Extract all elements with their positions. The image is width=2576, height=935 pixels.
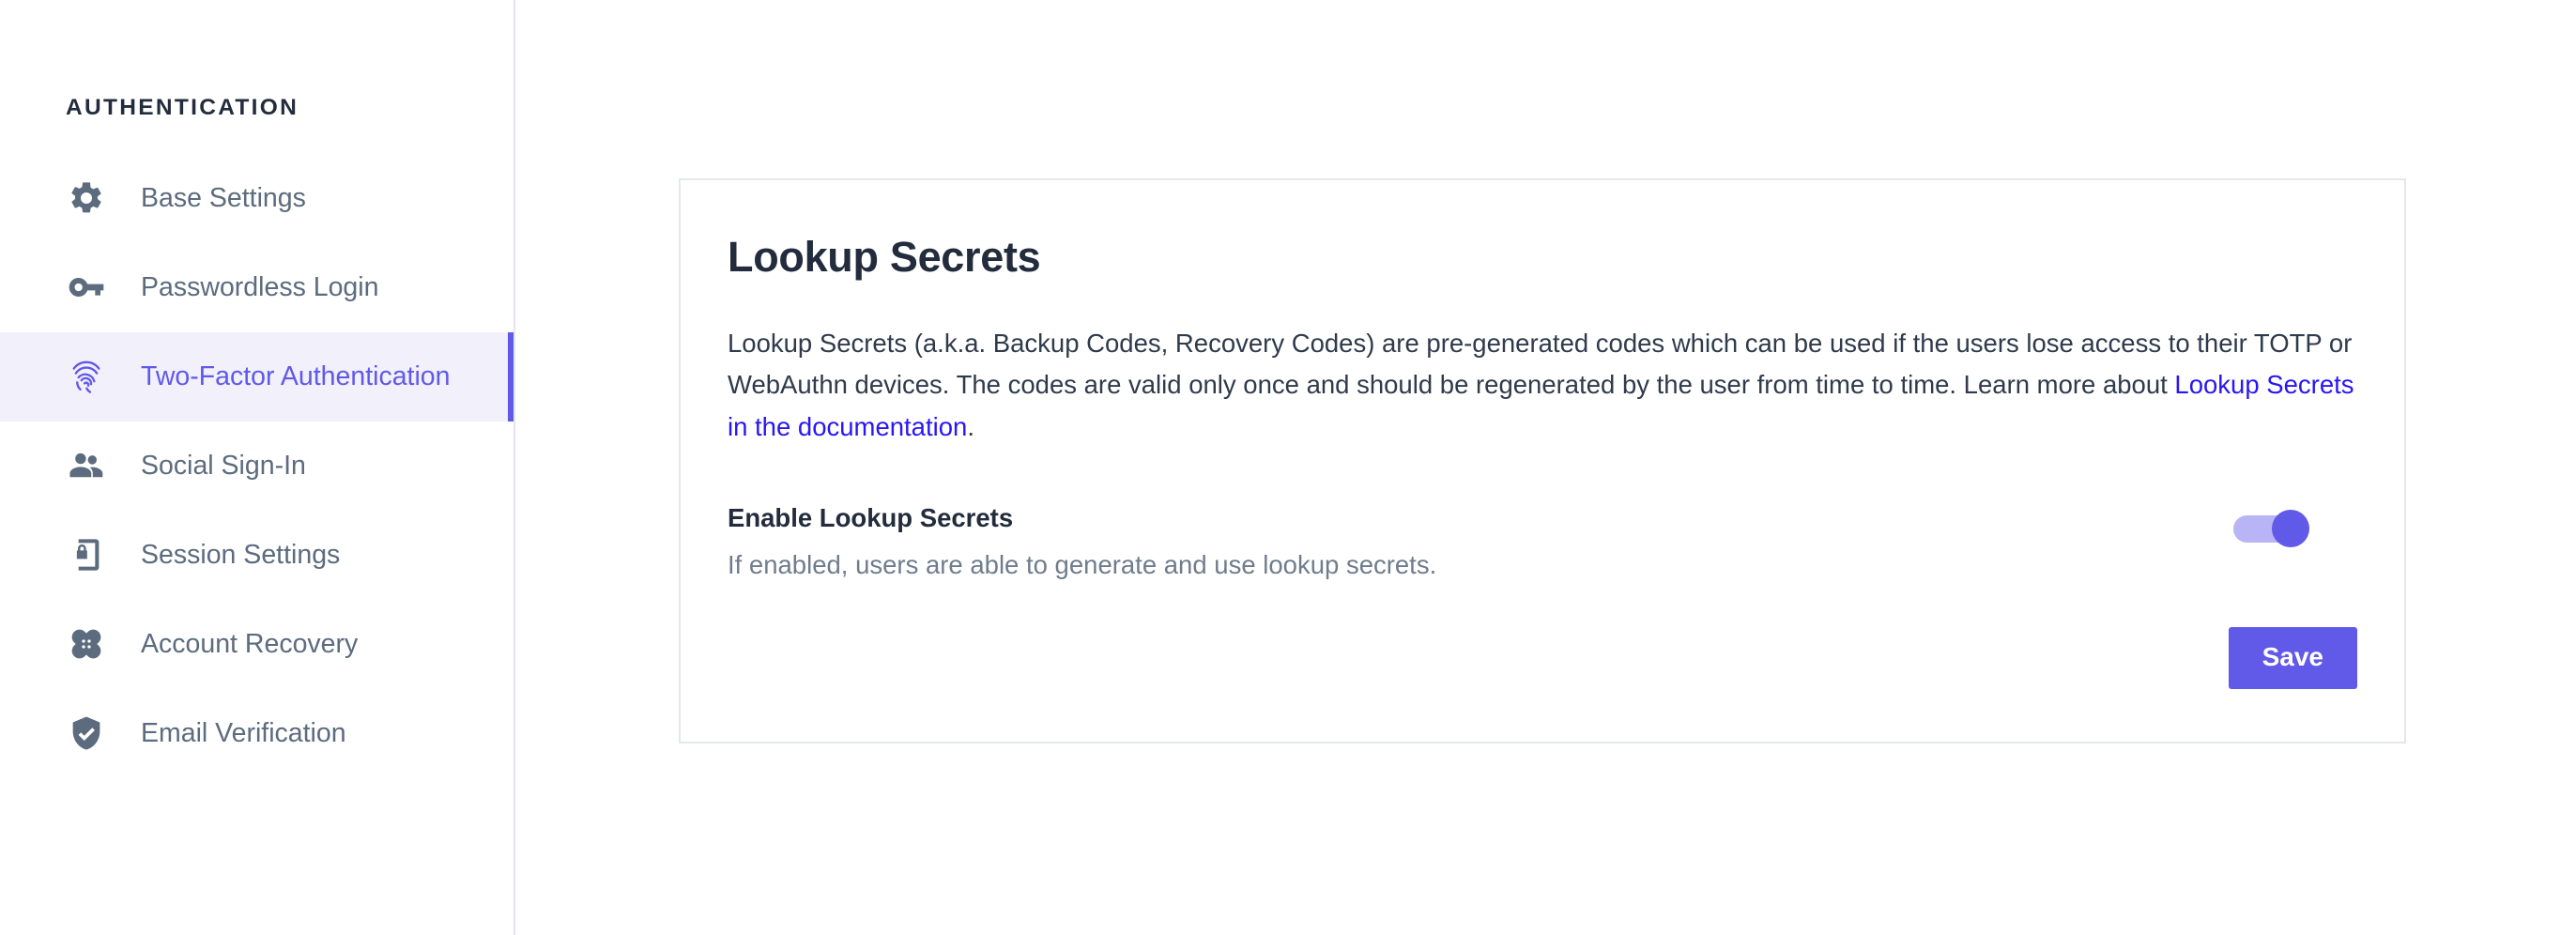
page-title: Lookup Secrets [728,233,1041,281]
sidebar-item-email-verification[interactable]: Email Verification [0,689,514,778]
fingerprint-icon [66,356,107,397]
sidebar-item-label: Session Settings [141,539,341,570]
bandage-icon [66,623,107,665]
lookup-secrets-card: Lookup Secrets Lookup Secrets (a.k.a. Ba… [679,178,2406,744]
setting-help-text: If enabled, users are able to generate a… [728,550,1437,580]
enable-lookup-secrets-toggle[interactable] [2233,510,2309,548]
enable-lookup-secrets-row: Enable Lookup Secrets If enabled, users … [728,502,2357,582]
sidebar-item-account-recovery[interactable]: Account Recovery [0,600,514,689]
setting-label: Enable Lookup Secrets [728,503,1014,533]
sidebar-nav: Base Settings Passwordless Login Two-Fac… [0,154,514,778]
sidebar-item-label: Email Verification [141,717,346,748]
card-description: Lookup Secrets (a.k.a. Backup Codes, Rec… [728,323,2357,449]
sidebar-item-two-factor-authentication[interactable]: Two-Factor Authentication [0,331,514,422]
app-root: AUTHENTICATION Base Settings Passwordles… [0,0,2576,935]
people-icon [66,445,107,486]
sidebar-item-label: Base Settings [141,182,306,213]
description-text-before-link: Lookup Secrets (a.k.a. Backup Codes, Rec… [728,328,2353,400]
shield-check-icon [66,713,107,754]
sidebar-item-label: Social Sign-In [141,450,306,481]
sidebar-item-label: Passwordless Login [141,271,379,302]
toggle-knob [2272,510,2309,548]
setting-texts: Enable Lookup Secrets If enabled, users … [728,502,2233,582]
sidebar-section-title: AUTHENTICATION [66,95,299,120]
main-content: Lookup Secrets Lookup Secrets (a.k.a. Ba… [515,0,2576,935]
sidebar-item-label: Account Recovery [141,628,359,659]
sidebar-item-session-settings[interactable]: Session Settings [0,511,514,600]
sidebar: AUTHENTICATION Base Settings Passwordles… [0,0,515,935]
key-icon [66,267,107,308]
sidebar-item-base-settings[interactable]: Base Settings [0,154,514,243]
phone-lock-icon [66,534,107,575]
sidebar-item-label: Two-Factor Authentication [141,360,451,391]
description-text-after-link: . [967,411,974,441]
card-actions: Save [728,627,2357,690]
save-button[interactable]: Save [2228,627,2357,690]
sidebar-item-social-sign-in[interactable]: Social Sign-In [0,422,514,511]
sidebar-item-passwordless-login[interactable]: Passwordless Login [0,243,514,332]
gear-icon [66,177,107,219]
